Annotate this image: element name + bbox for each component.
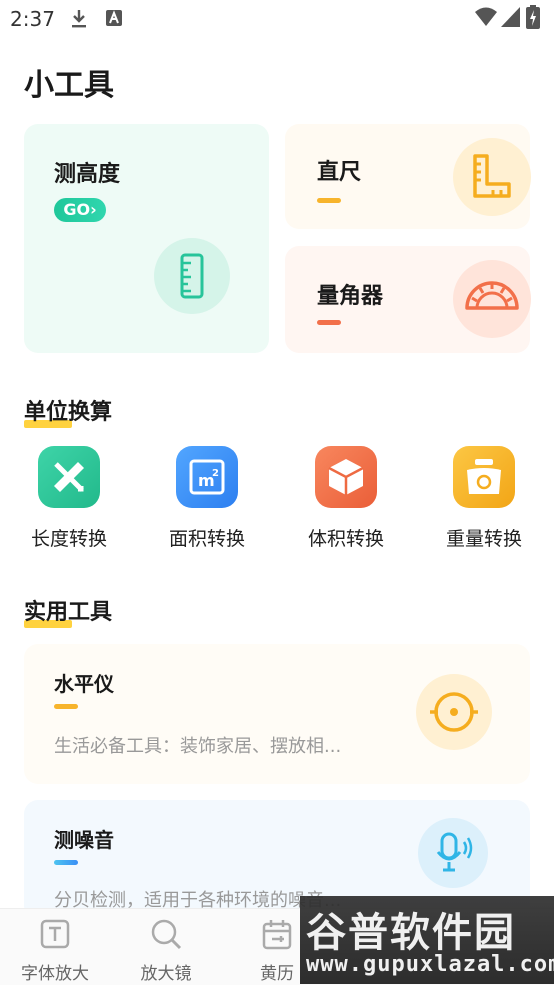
protractor-icon (465, 281, 519, 310)
card-title: 测高度 (54, 162, 121, 187)
tab-label: 放大镜 (140, 964, 192, 984)
tab-label: 字体放大 (21, 964, 89, 984)
watermark-logo: 谷普软件园 www.gupuxlazal.com (300, 896, 554, 984)
font-size-icon (40, 919, 70, 949)
calendar-icon (262, 920, 292, 950)
measure-height-card[interactable]: 测高度 (24, 124, 269, 353)
unit-label: 体积转换 (307, 528, 384, 550)
download-icon (68, 8, 90, 34)
unit-label: 面积转换 (168, 528, 245, 550)
card-title: 直尺 (317, 160, 362, 185)
unit-section-title: 单位换算 (24, 394, 112, 428)
ruler-pencil-icon (38, 446, 100, 508)
tool-title: 测噪音 (54, 828, 114, 852)
area-convert[interactable]: m2 面积转换 (147, 446, 267, 551)
tab-font-size[interactable]: 字体放大 (0, 909, 110, 984)
height-icon-bg (154, 238, 230, 314)
svg-text:2: 2 (212, 468, 219, 479)
wifi-icon (474, 6, 498, 32)
card-underline (317, 320, 341, 325)
signal-icon (500, 6, 522, 32)
area-m2-icon: m2 (176, 446, 238, 508)
card-underline (54, 704, 78, 709)
protractor-icon-bg (453, 260, 531, 338)
ruler-icon (180, 253, 204, 299)
status-bar: 2:37 (0, 0, 554, 38)
level-icon (430, 692, 478, 732)
app-notification-icon (104, 8, 124, 32)
card-underline (317, 198, 341, 203)
microphone-icon (436, 832, 473, 872)
length-convert[interactable]: 长度转换 (9, 446, 129, 551)
cube-icon (315, 446, 377, 508)
noise-icon-bg (418, 818, 488, 888)
magnifier-icon (151, 919, 182, 950)
level-card[interactable]: 水平仪 生活必备工具：装饰家居、摆放相... (24, 644, 530, 784)
unit-label: 重量转换 (445, 528, 522, 550)
card-title: 量角器 (317, 284, 384, 309)
protractor-card[interactable]: 量角器 (285, 246, 531, 353)
tab-magnifier[interactable]: 放大镜 (111, 909, 221, 984)
volume-convert[interactable]: 体积转换 (286, 446, 406, 551)
status-time: 2:37 (10, 7, 55, 31)
weight-convert[interactable]: 重量转换 (424, 446, 544, 551)
unit-label: 长度转换 (30, 528, 107, 550)
tools-section-title: 实用工具 (24, 594, 112, 628)
l-ruler-icon (473, 154, 511, 198)
scale-icon (453, 446, 515, 508)
ruler-icon-bg (453, 138, 531, 216)
tool-title: 水平仪 (54, 672, 114, 696)
battery-icon (526, 5, 540, 33)
level-icon-bg (416, 674, 492, 750)
ruler-card[interactable]: 直尺 (285, 124, 531, 229)
go-button[interactable]: GO› (54, 198, 106, 222)
tool-description: 生活必备工具：装饰家居、摆放相... (54, 736, 342, 757)
page-title: 小工具 (24, 68, 114, 103)
card-underline (54, 860, 78, 865)
